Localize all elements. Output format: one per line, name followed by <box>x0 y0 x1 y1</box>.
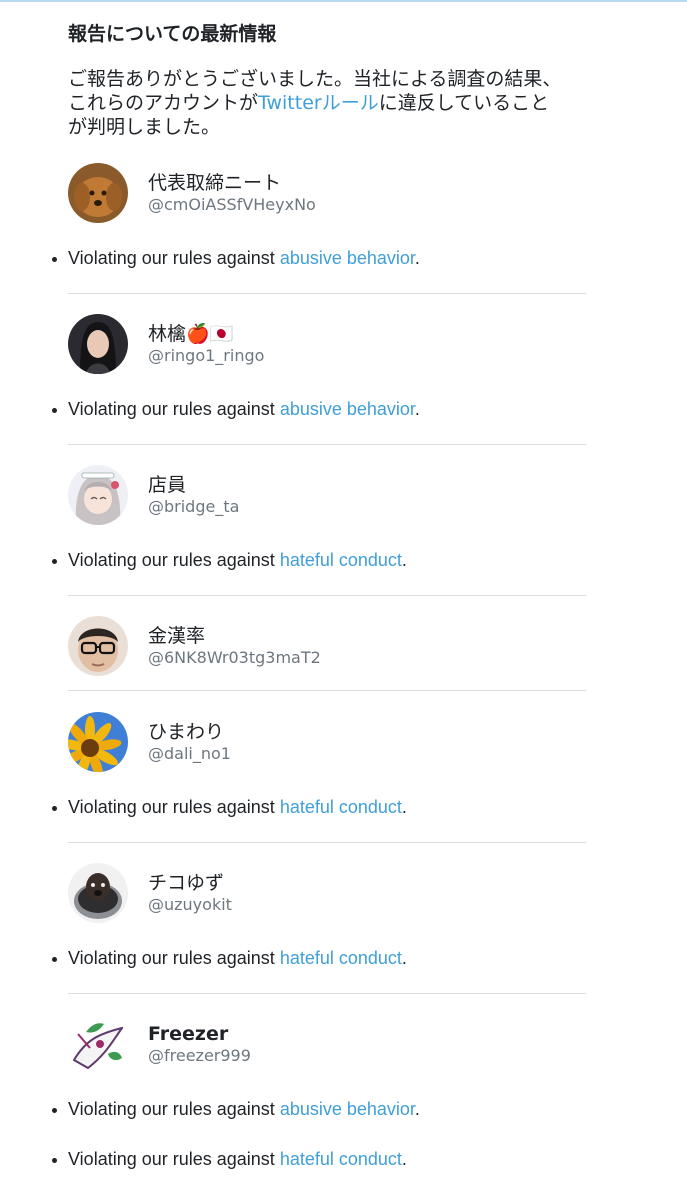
twitter-rules-link[interactable]: Twitterルール <box>258 92 379 114</box>
display-name: 店員 <box>148 474 187 496</box>
top-border <box>0 0 687 2</box>
bullet-icon <box>52 1108 57 1113</box>
avatar[interactable] <box>68 314 128 374</box>
bullet-icon <box>52 957 57 962</box>
divider <box>68 690 586 691</box>
bullet-icon <box>52 1158 57 1163</box>
account-handle[interactable]: @bridge_ta <box>148 497 239 517</box>
display-name: 林檎🍎🇯🇵 <box>148 323 234 345</box>
violation-prefix: Violating our rules against <box>68 948 280 968</box>
violation-item: Violating our rules against hateful cond… <box>52 795 588 819</box>
display-name: 代表取締ニート <box>148 172 282 194</box>
character-avatar-icon <box>68 1014 128 1074</box>
divider <box>68 595 586 596</box>
violation-link[interactable]: hateful conduct <box>280 797 402 817</box>
account-handle[interactable]: @freezer999 <box>148 1046 251 1066</box>
account-row[interactable]: ひまわり @dali_no1 <box>68 712 588 772</box>
account-row[interactable]: 金漢率 @6NK8Wr03tg3maT2 <box>68 616 588 676</box>
account-handle[interactable]: @uzuyokit <box>148 895 232 915</box>
display-name: Freezer <box>148 1023 229 1045</box>
dog-avatar-icon <box>68 163 128 223</box>
violation-item: Violating our rules against abusive beha… <box>52 246 588 270</box>
report-update-email: 報告についての最新情報 ご報告ありがとうございました。当社による調査の結果、これ… <box>52 20 588 1171</box>
violation-prefix: Violating our rules against <box>68 1099 280 1119</box>
violation-item: Violating our rules against hateful cond… <box>52 1147 588 1171</box>
punctuation: . <box>401 550 407 570</box>
punctuation: . <box>401 797 407 817</box>
account-handle[interactable]: @ringo1_ringo <box>148 346 264 366</box>
display-name: 金漢率 <box>148 625 206 647</box>
avatar[interactable] <box>68 616 128 676</box>
violation-link[interactable]: hateful conduct <box>280 1149 402 1169</box>
violation-link[interactable]: abusive behavior <box>280 1099 415 1119</box>
violation-item: Violating our rules against hateful cond… <box>52 548 588 572</box>
account-handle[interactable]: @6NK8Wr03tg3maT2 <box>148 648 321 668</box>
divider <box>68 293 586 294</box>
violation-prefix: Violating our rules against <box>68 399 280 419</box>
punctuation: . <box>414 248 420 268</box>
account-handle[interactable]: @dali_no1 <box>148 744 231 764</box>
bullet-icon <box>52 806 57 811</box>
dog-in-bowl-avatar-icon <box>68 863 128 923</box>
account-row[interactable]: 店員 @bridge_ta <box>68 465 588 525</box>
violation-link[interactable]: hateful conduct <box>280 948 402 968</box>
divider <box>68 444 586 445</box>
violation-link[interactable]: abusive behavior <box>280 248 415 268</box>
bullet-icon <box>52 408 57 413</box>
intro-text: ご報告ありがとうございました。当社による調査の結果、これらのアカウントがTwit… <box>68 67 568 139</box>
violation-prefix: Violating our rules against <box>68 1149 280 1169</box>
portrait-avatar-icon <box>68 314 128 374</box>
display-name: チコゆず <box>148 872 225 894</box>
punctuation: . <box>401 948 407 968</box>
violation-item: Violating our rules against abusive beha… <box>52 397 588 421</box>
avatar[interactable] <box>68 1014 128 1074</box>
bullet-icon <box>52 559 57 564</box>
anime-girl-avatar-icon <box>68 465 128 525</box>
avatar[interactable] <box>68 712 128 772</box>
violation-item: Violating our rules against hateful cond… <box>52 946 588 970</box>
glasses-face-avatar-icon <box>68 616 128 676</box>
violation-link[interactable]: abusive behavior <box>280 399 415 419</box>
violation-link[interactable]: hateful conduct <box>280 550 402 570</box>
page-title: 報告についての最新情報 <box>68 23 277 45</box>
account-row[interactable]: チコゆず @uzuyokit <box>68 863 588 923</box>
account-handle[interactable]: @cmOiASSfVHeyxNo <box>148 195 316 215</box>
avatar[interactable] <box>68 863 128 923</box>
punctuation: . <box>401 1149 407 1169</box>
avatar[interactable] <box>68 465 128 525</box>
violation-prefix: Violating our rules against <box>68 797 280 817</box>
divider <box>68 993 586 994</box>
account-row[interactable]: 林檎🍎🇯🇵 @ringo1_ringo <box>68 314 588 374</box>
avatar[interactable] <box>68 163 128 223</box>
violation-prefix: Violating our rules against <box>68 550 280 570</box>
violation-item: Violating our rules against abusive beha… <box>52 1097 588 1121</box>
punctuation: . <box>414 1099 420 1119</box>
display-name: ひまわり <box>148 721 225 743</box>
account-row[interactable]: Freezer @freezer999 <box>68 1014 588 1074</box>
violation-prefix: Violating our rules against <box>68 248 280 268</box>
sunflower-avatar-icon <box>68 712 128 772</box>
account-row[interactable]: 代表取締ニート @cmOiASSfVHeyxNo <box>68 163 588 223</box>
bullet-icon <box>52 257 57 262</box>
divider <box>68 842 586 843</box>
punctuation: . <box>414 399 420 419</box>
